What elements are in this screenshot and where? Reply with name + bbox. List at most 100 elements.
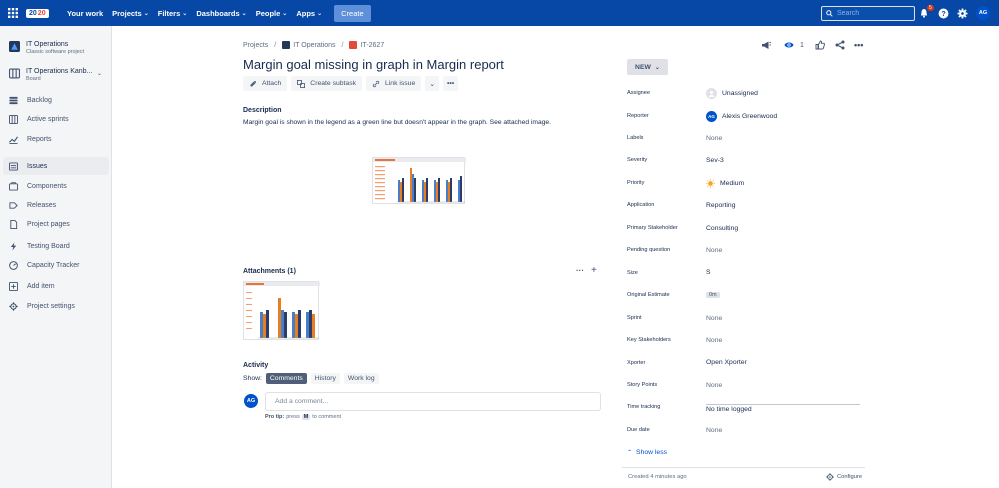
status-dropdown[interactable]: NEW ⌄ bbox=[627, 59, 668, 75]
chevron-down-icon: ⌄ bbox=[182, 10, 188, 17]
comment-input[interactable]: Add a comment... bbox=[265, 392, 601, 411]
sidebar-item-components[interactable]: Components bbox=[3, 177, 109, 195]
issue-title[interactable]: Margin goal missing in graph in Margin r… bbox=[243, 57, 504, 72]
sidebar-item-project-settings[interactable]: Project settings bbox=[3, 297, 109, 315]
app-switcher-icon[interactable] bbox=[0, 0, 26, 26]
board-switcher[interactable]: IT Operations Kanb... Board ⌄ bbox=[9, 68, 109, 82]
open-xporter-link[interactable]: Open Xporter bbox=[706, 359, 747, 366]
company-logo[interactable]: 20 20 bbox=[26, 6, 58, 20]
nav-dashboards[interactable]: Dashboards ⌄ bbox=[196, 9, 246, 18]
settings-button[interactable] bbox=[957, 0, 968, 26]
like-button[interactable] bbox=[815, 40, 825, 50]
logo-text-left: 20 bbox=[29, 9, 37, 17]
show-label: Show: bbox=[243, 375, 262, 382]
nav-apps[interactable]: Apps ⌄ bbox=[296, 9, 322, 18]
field-value-key-stakeholders[interactable]: None bbox=[706, 337, 722, 344]
reporter-avatar: AG bbox=[706, 111, 717, 122]
notification-badge: 5 bbox=[927, 5, 934, 11]
sidebar-item-label: Issues bbox=[27, 162, 48, 170]
breadcrumb-projects[interactable]: Projects bbox=[243, 42, 268, 49]
description-embedded-image[interactable] bbox=[372, 157, 466, 204]
show-less-button[interactable]: ⌃ Show less bbox=[627, 449, 667, 456]
project-header[interactable]: IT Operations Classic software project bbox=[9, 41, 84, 55]
nav-filters[interactable]: Filters ⌄ bbox=[158, 9, 188, 18]
field-value-reporter[interactable]: AG Alexis Greenwood bbox=[706, 111, 777, 122]
tab-history[interactable]: History bbox=[310, 373, 340, 384]
description-text[interactable]: Margin goal is shown in the legend as a … bbox=[243, 119, 551, 126]
details-divider bbox=[622, 467, 865, 468]
nav-label: Your work bbox=[67, 8, 104, 18]
sidebar-item-backlog[interactable]: Backlog bbox=[3, 91, 109, 109]
feedback-button[interactable] bbox=[761, 40, 771, 50]
field-value-application[interactable]: Reporting bbox=[706, 202, 735, 209]
configure-label: Configure bbox=[837, 474, 863, 480]
board-icon bbox=[9, 68, 20, 79]
sidebar-item-releases[interactable]: Releases bbox=[3, 196, 109, 214]
notifications-button[interactable]: 5 bbox=[919, 0, 934, 26]
field-value-original-estimate[interactable]: 0m bbox=[706, 292, 720, 298]
chevron-down-icon: ⌄ bbox=[241, 10, 247, 17]
reports-icon bbox=[9, 135, 18, 144]
field-value-sprint[interactable]: None bbox=[706, 315, 722, 322]
time-tracking-bar bbox=[706, 404, 860, 405]
chevron-down-icon: ⌄ bbox=[317, 10, 323, 17]
field-value-due-date[interactable]: None bbox=[706, 427, 722, 434]
user-avatar[interactable]: AG bbox=[976, 6, 990, 20]
nav-people[interactable]: People ⌄ bbox=[256, 9, 288, 18]
create-subtask-label: Create subtask bbox=[310, 80, 356, 87]
breadcrumb-project[interactable]: IT Operations bbox=[282, 41, 336, 49]
create-button[interactable]: Create bbox=[334, 4, 371, 22]
sidebar-item-issues[interactable]: Issues bbox=[3, 157, 109, 175]
more-actions-button[interactable]: ••• bbox=[442, 76, 459, 91]
more-icon: ··· bbox=[576, 266, 584, 275]
link-issue-dropdown[interactable]: ⌄ bbox=[425, 76, 439, 91]
sidebar-item-add-item[interactable]: Add item bbox=[3, 277, 109, 295]
sidebar-item-capacity-tracker[interactable]: Capacity Tracker bbox=[3, 256, 109, 274]
field-value-priority[interactable]: Medium bbox=[706, 179, 744, 188]
add-attachment-button[interactable]: + bbox=[591, 265, 597, 276]
field-value-size[interactable]: S bbox=[706, 269, 711, 276]
field-value-labels[interactable]: None bbox=[706, 135, 722, 142]
watch-button[interactable]: 1 bbox=[784, 40, 804, 50]
field-value-severity[interactable]: Sev-3 bbox=[706, 157, 724, 164]
breadcrumb-issue[interactable]: IT-2627 bbox=[349, 41, 384, 49]
chevron-up-icon: ⌃ bbox=[627, 450, 633, 456]
pro-tip-key: M bbox=[301, 414, 311, 420]
attachment-thumbnail[interactable] bbox=[243, 281, 320, 340]
search-input[interactable]: Search bbox=[821, 6, 915, 21]
attach-button[interactable]: Attach bbox=[243, 76, 288, 91]
field-value-pending-question[interactable]: None bbox=[706, 247, 722, 254]
issue-more-button[interactable]: ••• bbox=[854, 40, 863, 50]
sidebar-item-active-sprints[interactable]: Active sprints bbox=[3, 110, 109, 128]
share-icon bbox=[835, 40, 845, 50]
field-value-time-tracking[interactable]: No time logged bbox=[706, 406, 752, 413]
project-sidebar: IT Operations Classic software project IT… bbox=[0, 26, 112, 488]
sidebar-item-project-pages[interactable]: Project pages bbox=[3, 215, 109, 233]
configure-button[interactable]: Configure bbox=[826, 473, 862, 481]
plus-icon: + bbox=[591, 265, 597, 276]
project-name: IT Operations bbox=[26, 41, 69, 48]
field-value-primary-stakeholder[interactable]: Consulting bbox=[706, 225, 738, 232]
attachments-more-button[interactable]: ··· bbox=[576, 266, 584, 275]
create-subtask-button[interactable]: Create subtask bbox=[291, 76, 362, 91]
nav-projects[interactable]: Projects ⌄ bbox=[112, 9, 149, 18]
tab-comments[interactable]: Comments bbox=[265, 373, 307, 384]
help-icon: ? bbox=[938, 8, 949, 18]
more-icon: ••• bbox=[854, 40, 864, 50]
chevron-down-icon: ⌄ bbox=[97, 71, 103, 77]
sidebar-item-reports[interactable]: Reports bbox=[3, 130, 109, 148]
field-value-story-points[interactable]: None bbox=[706, 382, 722, 389]
field-value-assignee[interactable]: Unassigned bbox=[706, 88, 758, 99]
issue-action-bar: Attach Create subtask Link issue ⌄ ••• bbox=[243, 76, 459, 91]
nav-your-work[interactable]: Your work bbox=[67, 9, 103, 18]
help-button[interactable]: ? bbox=[938, 0, 949, 26]
pro-tip-prefix: Pro tip: bbox=[265, 414, 285, 420]
top-navigation: 20 20 Your work Projects ⌄ Filters ⌄ Dashbo… bbox=[0, 0, 999, 26]
link-issue-button[interactable]: Link issue bbox=[366, 76, 422, 91]
issues-icon bbox=[9, 161, 18, 171]
backlog-icon bbox=[9, 96, 18, 104]
sidebar-item-testing-board[interactable]: Testing Board bbox=[3, 237, 109, 255]
share-button[interactable] bbox=[835, 40, 845, 50]
sidebar-item-label: Project pages bbox=[27, 220, 70, 228]
tab-work-log[interactable]: Work log bbox=[343, 373, 379, 384]
